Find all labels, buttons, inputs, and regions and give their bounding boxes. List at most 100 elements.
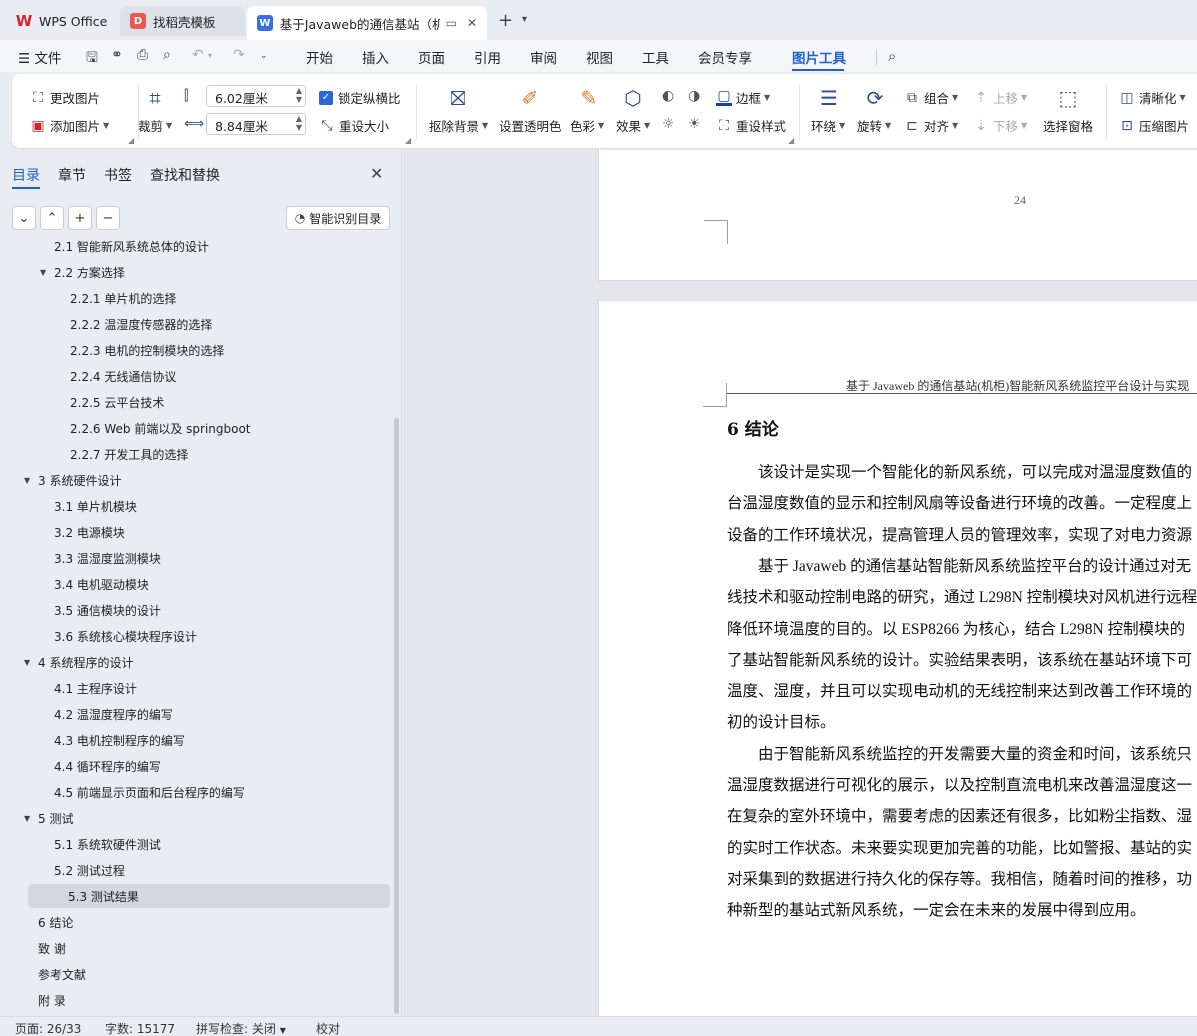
width-input[interactable]: 8.84厘米 ▲ ▼ <box>206 113 306 135</box>
dialog-launcher-icon[interactable]: ◢ <box>405 136 411 145</box>
screen-icon[interactable]: ▭ <box>446 16 457 30</box>
wrap-icon[interactable]: ☰ <box>817 86 841 110</box>
search-icon[interactable]: ⌕ <box>888 47 896 65</box>
lock-aspect-checkbox[interactable]: ✓ 锁定纵横比 <box>319 88 401 107</box>
increase-brightness-icon[interactable]: ☼ <box>662 116 675 132</box>
toc-item[interactable]: 2.2.4 无线通信协议 <box>56 364 176 388</box>
expand-toggle-icon[interactable]: ▼ <box>40 268 54 277</box>
current-page[interactable]: 基于 Javaweb 的通信基站(机柜)智能新风系统监控平台设计与实现 6 结论… <box>598 300 1197 1016</box>
expand-toggle-icon[interactable]: ▼ <box>24 476 38 485</box>
toc-item[interactable]: 4.3 电机控制程序的编写 <box>40 728 185 752</box>
stepper-icon[interactable]: ▲ ▼ <box>296 86 302 104</box>
rotate-icon[interactable]: ⟳ <box>863 86 887 110</box>
align-button[interactable]: ⊏ 对齐 ▼ <box>904 116 958 135</box>
toc-item[interactable]: 2.2.1 单片机的选择 <box>56 286 176 310</box>
remove-heading-button[interactable]: − <box>96 206 120 230</box>
toc-item[interactable]: 3.1 单片机模块 <box>40 494 137 518</box>
tab-tools[interactable]: 工具 <box>642 47 669 67</box>
tab-home[interactable]: 开始 <box>306 47 333 67</box>
toc-item[interactable]: ▼ 4 系统程序的设计 <box>24 650 133 674</box>
nav-tab-toc[interactable]: 目录 <box>12 165 40 185</box>
bring-forward-button[interactable]: ⇡ 上移 ▼ <box>973 88 1027 107</box>
crop-button[interactable]: 裁剪 ▼ <box>138 116 172 135</box>
proofread-button[interactable]: 校对 <box>316 1020 340 1036</box>
toc-item[interactable]: 3.2 电源模块 <box>40 520 125 544</box>
crop-icon[interactable]: ⌗ <box>143 86 167 110</box>
word-count[interactable]: 字数: 15177 <box>105 1020 175 1036</box>
toc-item[interactable]: ▼ 3 系统硬件设计 <box>24 468 121 492</box>
toc-item[interactable]: ▼ 2.2 方案选择 <box>40 260 125 284</box>
more-chevron-icon[interactable]: ⌄ <box>260 51 268 61</box>
new-tab-button[interactable]: + <box>498 10 513 31</box>
add-heading-button[interactable]: + <box>68 206 92 230</box>
tab-picture-tools[interactable]: 图片工具 <box>792 47 846 67</box>
spell-check-status[interactable]: 拼写检查: 关闭 ▼ <box>196 1020 286 1036</box>
toc-item[interactable]: 4.5 前端显示页面和后台程序的编写 <box>40 780 245 804</box>
color-icon[interactable]: ✎ <box>577 86 601 110</box>
toc-item[interactable]: 6 结论 <box>24 910 73 934</box>
reset-style-button[interactable]: ⛶ 重设样式 <box>716 116 786 135</box>
remove-background-button[interactable]: 抠除背景 ▼ <box>429 116 488 135</box>
reset-size-button[interactable]: ⤡ 重设大小 <box>319 116 389 135</box>
rotate-button[interactable]: 旋转 ▼ <box>857 116 891 135</box>
collapse-all-button[interactable]: ⌄ <box>12 206 36 230</box>
tab-review[interactable]: 审阅 <box>530 47 557 67</box>
toc-item[interactable]: 5.1 系统软硬件测试 <box>40 832 161 856</box>
toc-item[interactable]: 3.5 通信模块的设计 <box>40 598 161 622</box>
smart-toc-button[interactable]: ◔ 智能识别目录 <box>286 206 390 230</box>
nav-tab-bookmarks[interactable]: 书签 <box>104 165 132 185</box>
nav-tab-find-replace[interactable]: 查找和替换 <box>150 165 220 185</box>
toc-item[interactable]: 5.3 测试结果 <box>28 884 390 908</box>
toc-item[interactable]: 附 录 <box>24 988 66 1012</box>
toc-item[interactable]: 4.1 主程序设计 <box>40 676 137 700</box>
chevron-down-icon[interactable]: ▾ <box>522 14 527 25</box>
send-backward-button[interactable]: ⇣ 下移 ▼ <box>973 116 1027 135</box>
file-menu[interactable]: ☰ 文件 <box>18 47 61 67</box>
sharpen-button[interactable]: ◫ 清晰化 ▼ <box>1119 88 1185 107</box>
scrollbar[interactable] <box>394 418 399 1014</box>
increase-contrast-icon[interactable]: ◐ <box>662 88 674 104</box>
toc-item[interactable]: 2.2.3 电机的控制模块的选择 <box>56 338 224 362</box>
wrap-button[interactable]: 环绕 ▼ <box>811 116 845 135</box>
tab-page[interactable]: 页面 <box>418 47 445 67</box>
decrease-contrast-icon[interactable]: ◑ <box>688 88 700 104</box>
change-picture-button[interactable]: ⛶ 更改图片 <box>30 88 100 107</box>
toc-item[interactable]: 2.2.2 温湿度传感器的选择 <box>56 312 212 336</box>
toc-item[interactable]: 4.2 温湿度程序的编写 <box>40 702 173 726</box>
selection-pane-icon[interactable]: ⬚ <box>1056 86 1080 110</box>
print-preview-icon[interactable]: ⌕ <box>163 47 171 63</box>
effect-icon[interactable]: ⬡ <box>621 86 645 110</box>
print-icon[interactable]: ⎙ <box>137 47 148 63</box>
share-icon[interactable]: ⚭ <box>111 47 123 63</box>
expand-up-button[interactable]: ⌃ <box>40 206 64 230</box>
effect-button[interactable]: 效果 ▼ <box>616 116 650 135</box>
toc-item[interactable]: 参考文献 <box>24 962 86 986</box>
close-icon[interactable]: ✕ <box>370 164 383 183</box>
undo-icon[interactable]: ↶ <box>192 47 204 63</box>
height-input[interactable]: 6.02厘米 ▲ ▼ <box>206 85 306 107</box>
toc-item[interactable]: ▼ 5 测试 <box>24 806 73 830</box>
transparent-color-icon[interactable]: ✐ <box>518 86 542 110</box>
toc-item[interactable]: 3.4 电机驱动模块 <box>40 572 149 596</box>
nav-tab-chapters[interactable]: 章节 <box>58 165 86 185</box>
toc-item[interactable]: 2.2.5 云平台技术 <box>56 390 164 414</box>
color-button[interactable]: 色彩 ▼ <box>570 116 604 135</box>
tab-references[interactable]: 引用 <box>474 47 501 67</box>
tab-document[interactable]: W 基于Javaweb的通信基站（机柜 ▭ ✕ <box>247 6 487 40</box>
tab-member[interactable]: 会员专享 <box>698 47 752 67</box>
save-icon[interactable]: 🖫 <box>86 47 98 71</box>
dialog-launcher-icon[interactable]: ◢ <box>128 136 134 145</box>
toc-item[interactable]: 3.3 温湿度监测模块 <box>40 546 161 570</box>
decrease-brightness-icon[interactable]: ☀ <box>688 116 701 132</box>
stepper-icon[interactable]: ▲ ▼ <box>296 114 302 132</box>
add-picture-button[interactable]: ▣ 添加图片 ▼ <box>30 116 109 135</box>
compress-picture-button[interactable]: ⊡ 压缩图片 <box>1119 116 1189 135</box>
tab-view[interactable]: 视图 <box>586 47 613 67</box>
border-button[interactable]: ▢ 边框 ▼ <box>716 88 770 107</box>
page-indicator[interactable]: 页面: 26/33 <box>15 1020 81 1036</box>
selection-pane-button[interactable]: 选择窗格 <box>1043 116 1093 135</box>
remove-background-icon[interactable]: ⛝ <box>446 86 470 110</box>
group-button[interactable]: ⧉ 组合 ▼ <box>904 88 958 107</box>
tab-wps-office[interactable]: W WPS Office <box>6 6 118 36</box>
toc-item[interactable]: 3.6 系统核心模块程序设计 <box>40 624 197 648</box>
